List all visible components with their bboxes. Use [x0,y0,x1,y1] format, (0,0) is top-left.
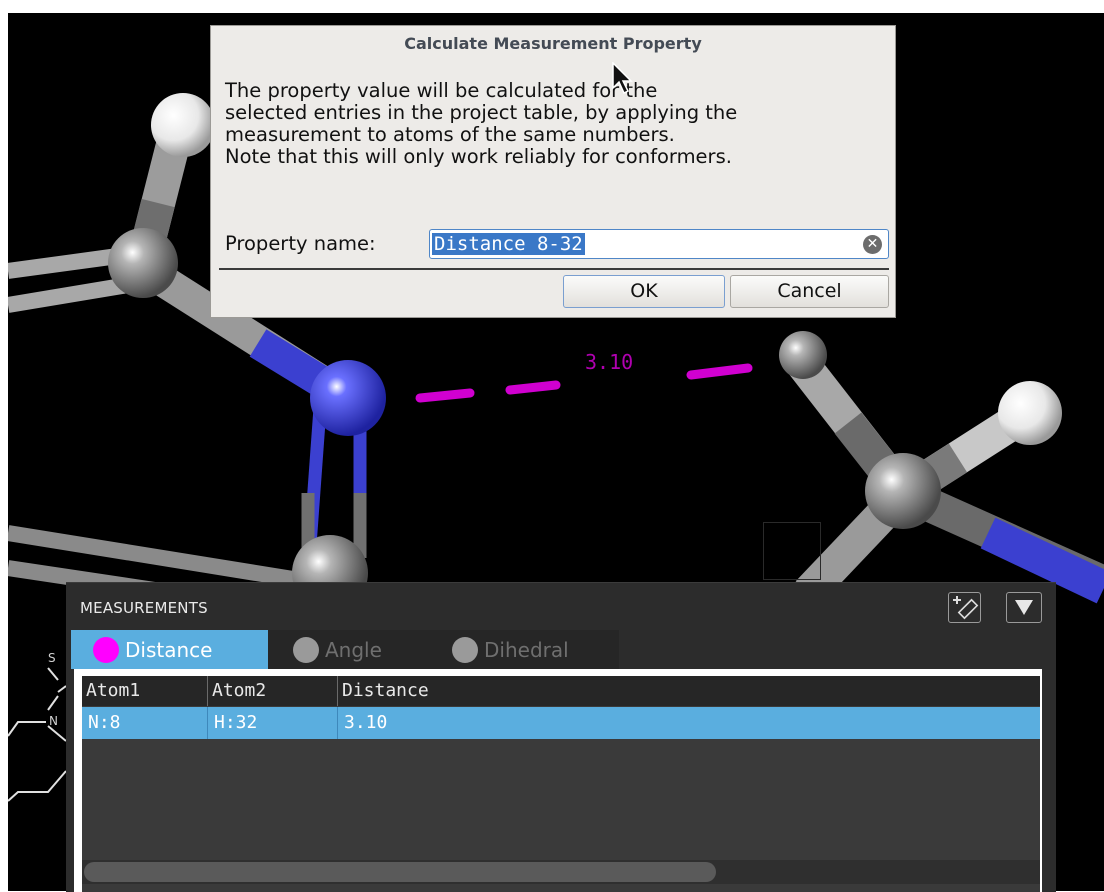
tab-dihedral[interactable]: Dihedral [452,630,569,669]
dialog-title: Calculate Measurement Property [404,34,702,53]
atom-label-n: N [49,714,58,728]
cell-atom1[interactable]: N:8 [82,707,207,739]
structure-2d-panel[interactable]: S N [8,596,66,891]
panel-menu-button[interactable] [1006,592,1042,623]
message-line: The property value will be calculated fo… [225,79,658,102]
magenta-dot-icon [93,636,119,663]
property-name-input[interactable]: Distance 8-32 ✕ [429,229,889,259]
measurement-tabs: Distance Angle Dihedral [71,630,619,669]
message-line: measurement to atoms of the same numbers… [225,123,675,146]
measurements-panel: MEASUREMENTS Distance Angle Dihedral Ato… [66,582,1056,892]
calculate-measurement-dialog: Calculate Measurement Property The prope… [210,25,896,318]
gray-dot-icon [293,636,319,663]
cell-atom2[interactable]: H:32 [207,707,337,739]
cell-distance[interactable]: 3.10 [337,707,1040,739]
tab-angle[interactable]: Angle [293,630,382,669]
tab-label: Distance [125,637,213,662]
tab-label: Dihedral [484,637,569,662]
table-header: Atom1 Atom2 Distance [82,676,1040,706]
distance-label: 3.10 [585,350,634,374]
dialog-message: The property value will be calculated fo… [225,80,737,168]
cancel-button[interactable]: Cancel [730,275,889,308]
measurements-table-frame: Atom1 Atom2 Distance N:8 H:32 3.10 [74,669,1042,892]
structure-2d-drawing [8,667,66,802]
selection-box [763,522,821,580]
column-header-atom1[interactable]: Atom1 [82,676,207,706]
horizontal-scrollbar[interactable] [82,860,1040,884]
distance-measurement-line [415,363,753,403]
add-measurement-button[interactable] [948,592,981,623]
column-header-atom2[interactable]: Atom2 [207,676,337,706]
column-header-distance[interactable]: Distance [337,676,1040,706]
ruler-add-icon [953,596,979,620]
dialog-separator [219,268,889,270]
mouse-cursor-icon [612,62,633,95]
message-line: Note that this will only work reliably f… [225,145,732,168]
scrollbar-thumb[interactable] [84,862,716,882]
gray-dot-icon [452,636,478,663]
ok-button[interactable]: OK [563,275,725,308]
property-name-value[interactable]: Distance 8-32 [432,233,585,255]
tab-label: Angle [325,637,382,662]
right-fragment [779,331,1104,605]
measurements-table[interactable]: Atom1 Atom2 Distance N:8 H:32 3.10 [82,676,1040,892]
clear-icon[interactable]: ✕ [863,235,882,254]
atom-label-s: S [48,651,56,665]
tab-distance[interactable]: Distance [71,630,268,669]
panel-title: MEASUREMENTS [80,599,208,617]
message-line: selected entries in the project table, b… [225,101,738,124]
table-row[interactable]: N:8 H:32 3.10 [82,707,1040,739]
property-name-label: Property name: [225,232,376,255]
triangle-down-icon [1015,600,1033,615]
